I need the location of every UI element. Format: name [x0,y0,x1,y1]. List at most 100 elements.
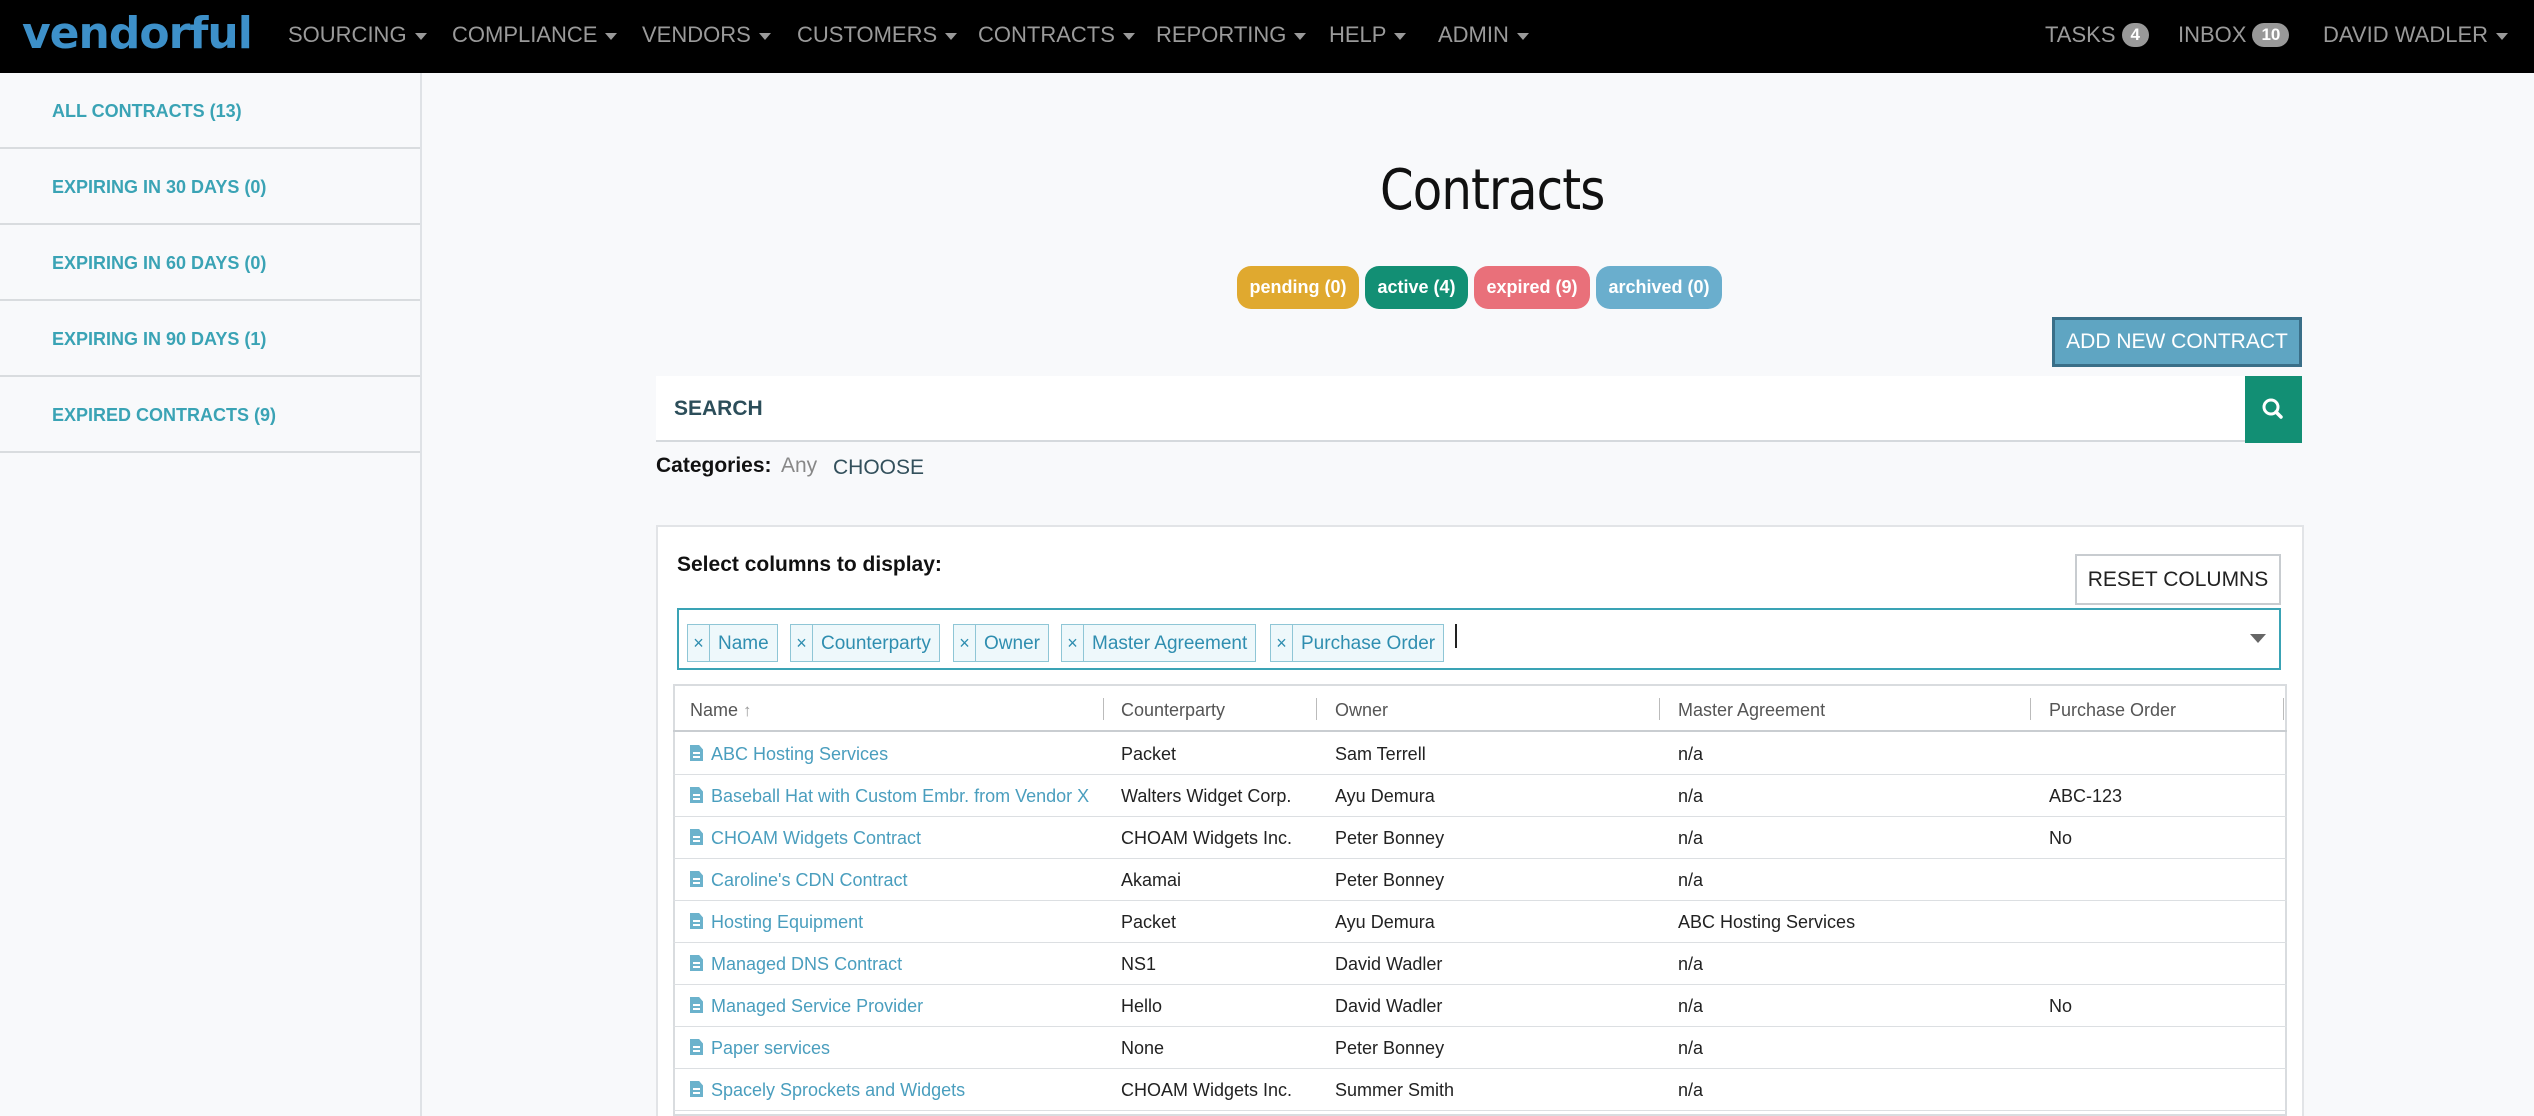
vendorful-logo[interactable]: vendorful [22,8,253,59]
table-row[interactable]: ABC Hosting Services Packet Sam Terrell … [673,733,2287,775]
document-icon [690,913,703,929]
contract-name: Managed DNS Contract [711,954,903,974]
contract-name: CHOAM Widgets Contract [711,828,922,848]
contract-name: Spacely Sprockets and Widgets [711,1080,966,1100]
remove-tag-icon[interactable]: × [688,625,710,661]
column-header-purchase-order[interactable]: Purchase Order [2049,700,2176,721]
contract-name-link[interactable]: Caroline's CDN Contract [690,870,908,891]
column-tag-label: Owner [984,633,1040,654]
column-picker[interactable]: × Name × Counterparty × Owner × Master Agree… [677,608,2281,670]
sidebar-item-label: EXPIRING IN 30 DAYS (0) [52,177,267,197]
column-resize-handle[interactable] [2030,698,2031,720]
column-tag-master-agreement: × Master Agreement [1061,624,1257,662]
remove-tag-icon[interactable]: × [1062,625,1084,661]
nav-tasks-label: TASKS [2045,22,2116,47]
column-resize-handle[interactable] [1316,698,1317,720]
nav-customers[interactable]: CUSTOMERS [797,22,958,48]
table-header: Name ↑ Counterparty Owner Master Agreeme… [673,686,2287,732]
add-new-contract-button[interactable]: ADD NEW CONTRACT [2052,317,2302,367]
nav-compliance-label: COMPLIANCE [452,22,598,47]
sidebar-item-expiring-30[interactable]: EXPIRING IN 30 DAYS (0) [0,149,420,225]
filter-active-button[interactable]: active (4) [1365,266,1468,309]
sidebar-item-expiring-90[interactable]: EXPIRING IN 90 DAYS (1) [0,301,420,377]
sidebar-item-label: ALL CONTRACTS (13) [52,101,242,121]
column-header-name[interactable]: Name ↑ [690,700,752,721]
text-cursor [1455,624,1457,648]
column-resize-handle[interactable] [1103,698,1104,720]
nav-compliance[interactable]: COMPLIANCE [452,22,618,48]
owner-cell: Peter Bonney [1335,828,1445,848]
nav-contracts[interactable]: CONTRACTS [978,22,1135,48]
master-agreement-cell: n/a [1678,828,1704,848]
contract-name: Hosting Equipment [711,912,864,932]
column-header-label: Name [690,700,739,720]
table-row[interactable]: Baseball Hat with Custom Embr. from Vend… [673,775,2287,817]
master-agreement-cell: n/a [1678,786,1704,806]
contract-name-link[interactable]: CHOAM Widgets Contract [690,828,921,849]
contract-name-link[interactable]: Managed DNS Contract [690,954,902,975]
search-button[interactable] [2245,376,2302,443]
remove-tag-icon[interactable]: × [791,625,813,661]
filter-archived-button[interactable]: archived (0) [1596,266,1722,309]
table-row[interactable]: Spacely Sprockets and Widgets CHOAM Widg… [673,1069,2287,1111]
table-row[interactable]: Paper services None Peter Bonney n/a [673,1027,2287,1069]
contract-name-link[interactable]: Hosting Equipment [690,912,863,933]
search-input[interactable] [674,392,2174,426]
contract-name-link[interactable]: Spacely Sprockets and Widgets [690,1080,965,1101]
master-agreement-cell: n/a [1678,1080,1704,1100]
counterparty-cell: Packet [1121,912,1177,932]
contract-name-link[interactable]: Baseball Hat with Custom Embr. from Vend… [690,786,1089,807]
contract-name-link[interactable]: Managed Service Provider [690,996,923,1017]
sidebar-item-all-contracts[interactable]: ALL CONTRACTS (13) [0,73,420,149]
remove-tag-icon[interactable]: × [954,625,976,661]
sidebar-item-expired[interactable]: EXPIRED CONTRACTS (9) [0,377,420,453]
reset-columns-button[interactable]: RESET COLUMNS [2075,554,2281,605]
table-row[interactable]: Caroline's CDN Contract Akamai Peter Bon… [673,859,2287,901]
nav-tasks[interactable]: TASKS 4 [2045,22,2149,48]
chevron-down-icon[interactable] [2250,634,2266,643]
nav-inbox[interactable]: INBOX 10 [2178,22,2290,48]
contract-name-link[interactable]: ABC Hosting Services [690,744,888,765]
contract-name: Paper services [711,1038,831,1058]
table-row[interactable]: Managed Service Provider Hello David Wad… [673,985,2287,1027]
nav-help-label: HELP [1329,22,1387,47]
counterparty-cell: Hello [1121,996,1163,1016]
document-icon [690,997,703,1013]
nav-user-menu[interactable]: DAVID WADLER [2323,22,2509,48]
nav-reporting[interactable]: REPORTING [1156,22,1307,48]
tasks-count-badge: 4 [2121,23,2149,47]
column-header-owner[interactable]: Owner [1335,700,1388,721]
purchase-order-cell: ABC-123 [2049,786,2123,806]
nav-sourcing[interactable]: SOURCING [288,22,427,48]
master-agreement-cell: n/a [1678,1038,1704,1058]
column-resize-handle[interactable] [1659,698,1660,720]
contract-name: Caroline's CDN Contract [711,870,908,890]
nav-vendors-label: VENDORS [642,22,751,47]
chevron-down-icon [2496,32,2509,40]
column-tag-owner: × Owner [953,624,1049,662]
chevron-down-icon [1294,32,1307,40]
column-resize-handle[interactable] [2283,698,2284,720]
page-title: Contracts [1380,158,1605,223]
remove-tag-icon[interactable]: × [1271,625,1293,661]
table-row[interactable]: CHOAM Widgets Contract CHOAM Widgets Inc… [673,817,2287,859]
filter-expired-button[interactable]: expired (9) [1474,266,1590,309]
table-row[interactable]: Managed DNS Contract NS1 David Wadler n/… [673,943,2287,985]
column-header-master-agreement[interactable]: Master Agreement [1678,700,1825,721]
filter-pending-button[interactable]: pending (0) [1237,266,1359,309]
nav-admin[interactable]: ADMIN [1438,22,1529,48]
chevron-down-icon [1516,32,1529,40]
document-icon [690,787,703,803]
column-header-counterparty[interactable]: Counterparty [1121,700,1225,721]
counterparty-cell: CHOAM Widgets Inc. [1121,1080,1293,1100]
sidebar-item-expiring-60[interactable]: EXPIRING IN 60 DAYS (0) [0,225,420,301]
document-icon [690,745,703,761]
choose-categories-link[interactable]: CHOOSE [833,456,924,480]
contract-name: Managed Service Provider [711,996,924,1016]
nav-help[interactable]: HELP [1329,22,1407,48]
contract-name-link[interactable]: Paper services [690,1038,830,1059]
purchase-order-cell: No [2049,828,2073,848]
top-navbar: vendorful SOURCING COMPLIANCE VENDORS CU… [0,0,2534,73]
nav-vendors[interactable]: VENDORS [642,22,771,48]
table-row[interactable]: Hosting Equipment Packet Ayu Demura ABC … [673,901,2287,943]
